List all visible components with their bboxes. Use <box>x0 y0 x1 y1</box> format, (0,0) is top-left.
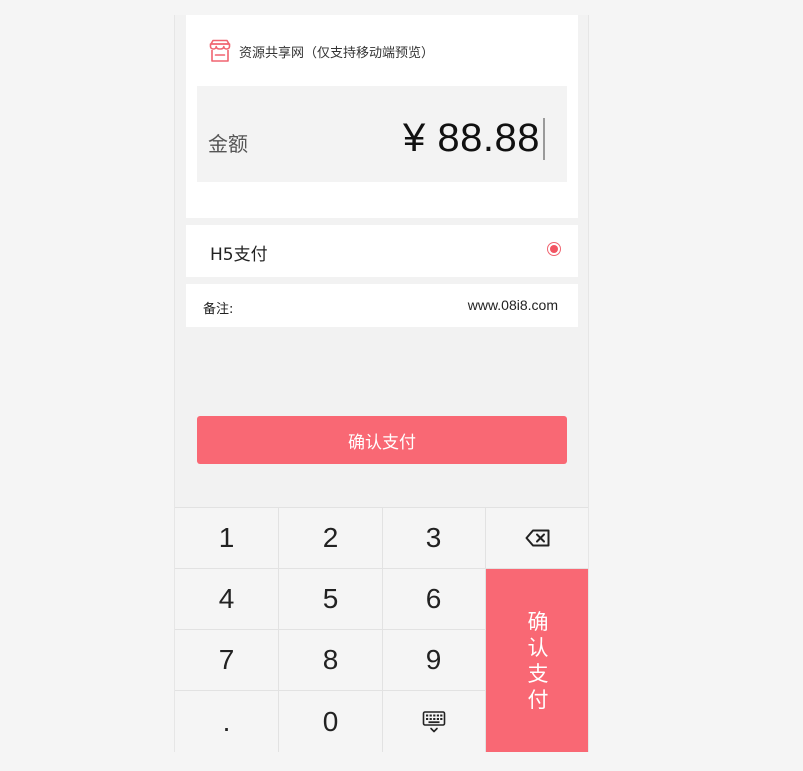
confirm-char: 支 <box>527 662 549 686</box>
brand-title: 资源共享网（仅支持移动端预览） <box>239 45 435 61</box>
key-8[interactable]: 8 <box>279 630 383 691</box>
backspace-icon <box>525 529 550 547</box>
confirm-char: 认 <box>527 636 549 660</box>
key-5[interactable]: 5 <box>279 569 383 630</box>
key-4[interactable]: 4 <box>175 569 279 630</box>
keypad-confirm-button[interactable]: 确 认 支 付 <box>486 569 588 752</box>
note-label: 备注: <box>203 302 234 317</box>
key-3[interactable]: 3 <box>382 508 486 569</box>
key-0[interactable]: 0 <box>279 691 383 752</box>
store-icon <box>209 39 231 62</box>
key-9[interactable]: 9 <box>382 630 486 691</box>
key-6[interactable]: 6 <box>382 569 486 630</box>
text-caret <box>543 118 545 160</box>
key-1[interactable]: 1 <box>175 508 279 569</box>
confirm-char: 确 <box>527 610 549 634</box>
key-2[interactable]: 2 <box>279 508 383 569</box>
hide-keyboard-key[interactable] <box>382 691 486 752</box>
confirm-char: 付 <box>527 688 549 712</box>
payment-method-label: H5支付 <box>210 245 268 265</box>
amount-input[interactable]: 金额 ¥ 88.88 <box>197 86 567 182</box>
numeric-keypad: 1 2 3 4 5 6 7 8 9 . 0 确 认 支 付 <box>175 507 588 752</box>
note-value: www.08i8.com <box>467 297 558 313</box>
phone-frame: 资源共享网（仅支持移动端预览） 金额 ¥ 88.88 H5支付 备注: www.… <box>174 15 589 752</box>
keyboard-hide-icon <box>422 710 445 732</box>
note-row: 备注: www.08i8.com <box>186 284 578 327</box>
amount-value: ¥ 88.88 <box>403 116 540 160</box>
radio-selected-icon[interactable] <box>547 242 561 256</box>
amount-card: 资源共享网（仅支持移动端预览） 金额 ¥ 88.88 <box>186 15 578 218</box>
key-7[interactable]: 7 <box>175 630 279 691</box>
backspace-key[interactable] <box>486 508 588 569</box>
payment-method-h5[interactable]: H5支付 <box>186 225 578 277</box>
key-dot[interactable]: . <box>175 691 279 752</box>
brand-header: 资源共享网（仅支持移动端预览） <box>207 38 434 64</box>
amount-label: 金额 <box>208 132 248 156</box>
confirm-pay-button[interactable]: 确认支付 <box>197 416 567 464</box>
